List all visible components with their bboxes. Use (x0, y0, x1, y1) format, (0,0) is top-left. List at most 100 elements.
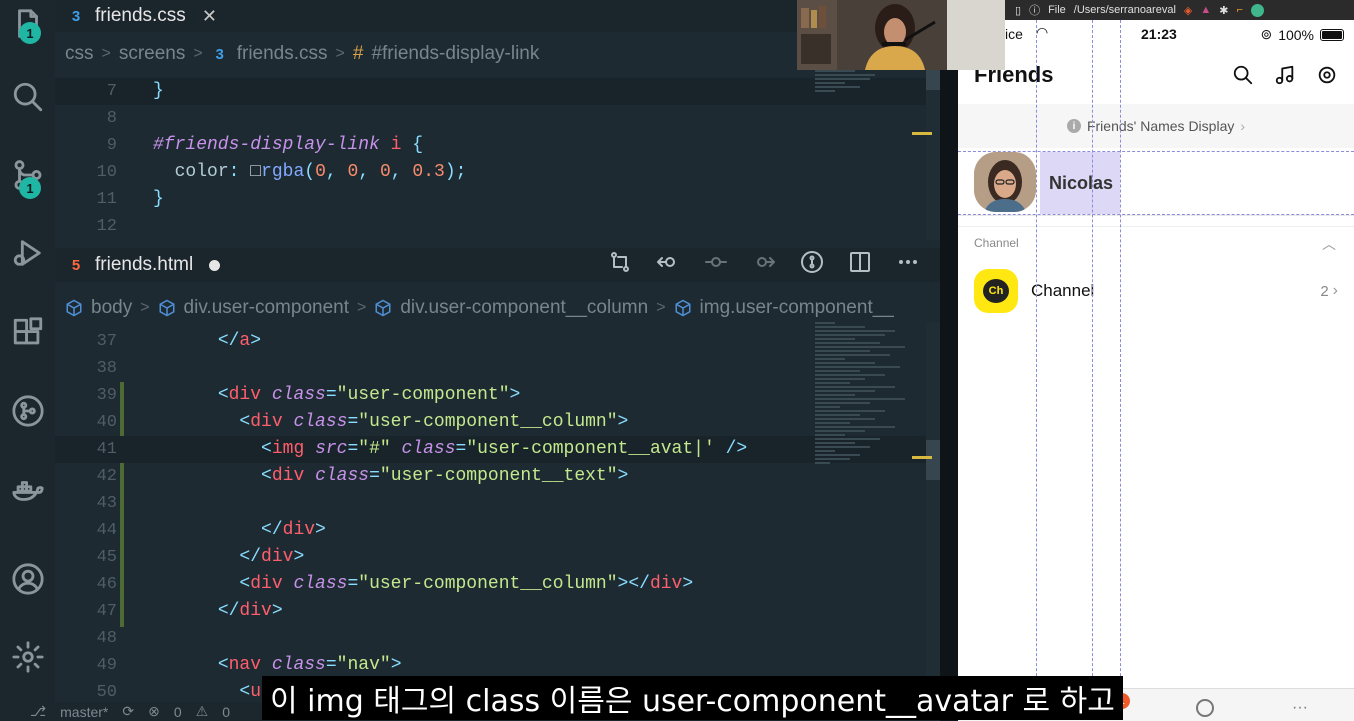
warning-count[interactable]: 0 (222, 704, 230, 720)
extensions-icon[interactable] (0, 308, 55, 358)
line-content[interactable]: color: □rgba(0, 0, 0, 0.3); (153, 159, 467, 186)
code-line[interactable]: 45 </div> (55, 544, 940, 571)
html-scrollbar[interactable] (926, 322, 940, 692)
channel-name: Channel (1031, 281, 1095, 300)
html-scroll-thumb[interactable] (926, 440, 940, 480)
tab-friends-html[interactable]: 5 friends.html (67, 248, 221, 282)
line-content[interactable]: <nav class="nav"> (153, 652, 402, 679)
css-minimap[interactable] (815, 70, 925, 94)
branch-name[interactable]: master* (60, 704, 108, 720)
code-line[interactable]: 12 (55, 213, 940, 240)
breadcrumb-item[interactable]: body (91, 297, 132, 319)
compare-changes-icon[interactable] (608, 250, 632, 274)
css-code-view[interactable]: 7} 8 9 #friends-display-link i {10 color: □… (55, 78, 940, 240)
chevron-up-icon[interactable]: ︿ (1322, 234, 1336, 254)
line-content[interactable]: </a> (153, 328, 261, 355)
code-line[interactable]: 49 <nav class="nav"> (55, 652, 940, 679)
triangle-icon[interactable]: ▲ (1200, 4, 1211, 16)
breadcrumb-item[interactable]: div.user-component__column (400, 297, 648, 319)
code-line[interactable]: 46 <div class="user-component__column"><… (55, 571, 940, 598)
video-subtitle: 이 img 태그의 class 이름은 user-component__avat… (262, 676, 1123, 720)
more-actions-icon[interactable] (896, 250, 920, 274)
profile-avatar[interactable] (1250, 3, 1264, 17)
search-icon[interactable] (0, 72, 55, 122)
user-name: Nicolas (1040, 152, 1120, 214)
puzzle-icon[interactable]: ✱ (1219, 4, 1228, 17)
sync-icon[interactable]: ⟳ (122, 703, 134, 720)
git-graph-icon[interactable] (0, 386, 55, 436)
view-tab-icon[interactable] (1196, 699, 1214, 717)
line-content[interactable]: } (153, 78, 164, 105)
line-number: 12 (96, 217, 117, 236)
html-code-view[interactable]: 37 </a> 38 39 <div class="user-component">… (55, 328, 940, 706)
line-content[interactable]: <img src="#" class="user-component__avat… (153, 436, 747, 463)
code-line[interactable]: 10 color: □rgba(0, 0, 0, 0.3); (55, 159, 940, 186)
channel-row[interactable]: Ch Channel 2 › (974, 268, 1338, 314)
css-scrollbar[interactable] (926, 70, 940, 240)
code-line[interactable]: 11} (55, 186, 940, 213)
line-content[interactable]: <div class="user-component__column"></di… (153, 571, 693, 598)
line-content[interactable]: <div class="user-component"> (153, 382, 521, 409)
line-content[interactable]: #friends-display-link i { (153, 132, 423, 159)
line-content[interactable]: </div> (153, 517, 326, 544)
gear-icon[interactable] (1316, 64, 1338, 86)
line-number: 44 (96, 521, 117, 540)
friends-names-display-link[interactable]: i Friends' Names Display › (958, 104, 1354, 148)
docker-icon[interactable] (0, 466, 55, 516)
code-line[interactable]: 38 (55, 355, 940, 382)
search-icon[interactable] (1232, 64, 1254, 86)
shield-icon[interactable]: ◈ (1184, 4, 1192, 17)
breadcrumb-item[interactable]: screens (119, 43, 186, 65)
breadcrumb-item[interactable]: css (65, 43, 94, 65)
code-line[interactable]: 47 </div> (55, 598, 940, 625)
breadcrumb-item[interactable]: #friends-display-link (371, 43, 539, 65)
html-minimap[interactable] (815, 322, 925, 466)
line-content[interactable]: } (153, 186, 164, 213)
code-line[interactable]: 48 (55, 625, 940, 652)
tab-label: friends.html (95, 254, 194, 275)
code-line[interactable]: 41 <img src="#" class="user-component__a… (55, 436, 940, 463)
close-icon[interactable]: ✕ (202, 6, 217, 27)
chevron-right-icon: > (140, 299, 150, 316)
code-line[interactable]: 8 (55, 105, 940, 132)
tab-friends-css[interactable]: 3 friends.css ✕ (67, 0, 217, 32)
error-count[interactable]: 0 (174, 704, 182, 720)
code-line[interactable]: 42 <div class="user-component__text"> (55, 463, 940, 490)
breadcrumb-item[interactable]: div.user-component (184, 297, 349, 319)
breadcrumb-item[interactable]: friends.css (237, 43, 328, 65)
settings-gear-icon[interactable] (0, 632, 55, 682)
pane-divider[interactable] (940, 0, 958, 721)
git-history-icon[interactable] (800, 250, 824, 274)
code-line[interactable]: 9 #friends-display-link i { (55, 132, 940, 159)
run-debug-icon[interactable] (0, 228, 55, 278)
code-line[interactable]: 43 (55, 490, 940, 517)
css-scroll-thumb[interactable] (926, 70, 940, 90)
line-content[interactable]: </div> (153, 544, 304, 571)
wifi-icon: ◠ (1036, 24, 1049, 40)
bookmark-icon[interactable]: ▯ (1015, 4, 1021, 17)
split-editor-icon[interactable] (848, 250, 872, 274)
address-path[interactable]: /Users/serranoareval (1074, 4, 1176, 16)
line-content[interactable]: <div class="user-component__column"> (153, 409, 628, 436)
line-number: 10 (96, 163, 117, 182)
code-line[interactable]: 44 </div> (55, 517, 940, 544)
unsaved-dot-icon[interactable] (209, 259, 221, 271)
next-change-icon[interactable] (752, 250, 776, 274)
music-icon[interactable] (1274, 64, 1296, 86)
user-component[interactable]: Nicolas (958, 148, 1354, 216)
code-line[interactable]: 39 <div class="user-component"> (55, 382, 940, 409)
line-content[interactable]: <div class="user-component__text"> (153, 463, 628, 490)
explorer-badge: 1 (19, 22, 41, 44)
account-icon[interactable] (0, 554, 55, 604)
extension-icon[interactable]: ⌐ (1236, 4, 1242, 16)
line-number: 45 (96, 548, 117, 567)
previous-change-icon[interactable] (656, 250, 680, 274)
line-content[interactable]: </div> (153, 598, 283, 625)
code-line[interactable]: 40 <div class="user-component__column"> (55, 409, 940, 436)
more-tab-icon[interactable]: ··· (1292, 699, 1308, 717)
breadcrumb-item[interactable]: img.user-component__ (700, 297, 894, 319)
code-line[interactable]: 37 </a> (55, 328, 940, 355)
commit-icon[interactable] (704, 250, 728, 274)
editor-actions (608, 250, 920, 274)
code-line[interactable]: 7} (55, 78, 940, 105)
